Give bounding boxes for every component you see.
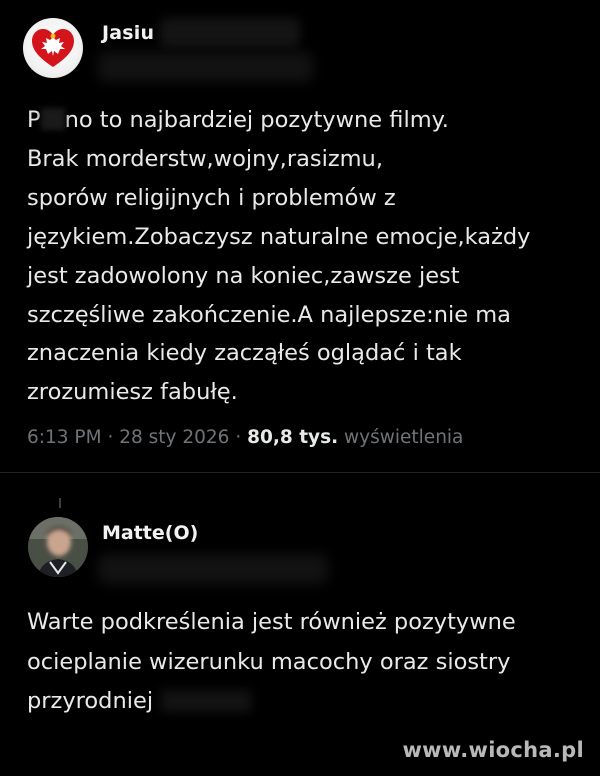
censored-name-block — [160, 18, 300, 48]
post-date[interactable]: 28 sty 2026 — [119, 427, 229, 448]
post-line: szczęśliwe zakończenie.A najlepsze:nie m… — [27, 301, 511, 328]
reply-line: ocieplanie wizerunku macochy oraz siostr… — [27, 648, 511, 675]
views-label: wyświetlenia — [344, 427, 464, 448]
post-line: Pno to najbardziej pozytywne filmy. — [27, 101, 587, 140]
post-line: znaczenia kiedy zacząłeś oglądać i tak — [27, 340, 462, 367]
blurred-face-photo — [28, 517, 88, 577]
author-name[interactable]: Jasiu — [102, 22, 154, 44]
reply-author-avatar[interactable] — [28, 517, 88, 577]
post-meta: 6:13 PM · 28 sty 2026 · 80,8 tys. wyświe… — [27, 427, 463, 448]
post-line: sporów religijnych i problemów z — [27, 184, 396, 211]
reply-line: Warte podkreślenia jest również pozytywn… — [27, 609, 516, 635]
post-line: zrozumiesz fabułę. — [27, 379, 238, 406]
post-text-prefix: P — [27, 107, 41, 133]
reply-line: przyrodniej — [27, 682, 587, 722]
post-line: jest zadowolony na koniec,zawsze jest — [27, 262, 460, 289]
post-line: językiem.Zobaczysz naturalne emocje,każd… — [27, 223, 531, 250]
censored-word-block — [40, 108, 65, 130]
censored-handle-block — [98, 52, 313, 82]
meta-separator: · — [235, 427, 242, 448]
reply-text: Warte podkreślenia jest również pozytywn… — [27, 603, 587, 722]
thread-connector — [59, 498, 61, 508]
author-avatar[interactable] — [23, 18, 83, 78]
reply-author-name[interactable]: Matte(O) — [102, 522, 198, 544]
meta-separator: · — [107, 427, 114, 448]
post-time[interactable]: 6:13 PM — [27, 427, 102, 448]
censored-handle-block — [98, 554, 328, 584]
post-line: Brak morderstw,wojny,rasizmu, — [27, 145, 383, 172]
post-text: Pno to najbardziej pozytywne filmy. Brak… — [27, 101, 587, 412]
polish-eagle-heart-icon — [32, 29, 74, 67]
reply-line-text: przyrodniej — [27, 688, 154, 714]
views-count[interactable]: 80,8 tys. — [247, 427, 338, 448]
censored-trail-block — [161, 690, 252, 712]
site-watermark: www.wiocha.pl — [402, 738, 584, 762]
post-divider — [0, 472, 600, 473]
post-line-text: no to najbardziej pozytywne filmy. — [64, 107, 449, 133]
